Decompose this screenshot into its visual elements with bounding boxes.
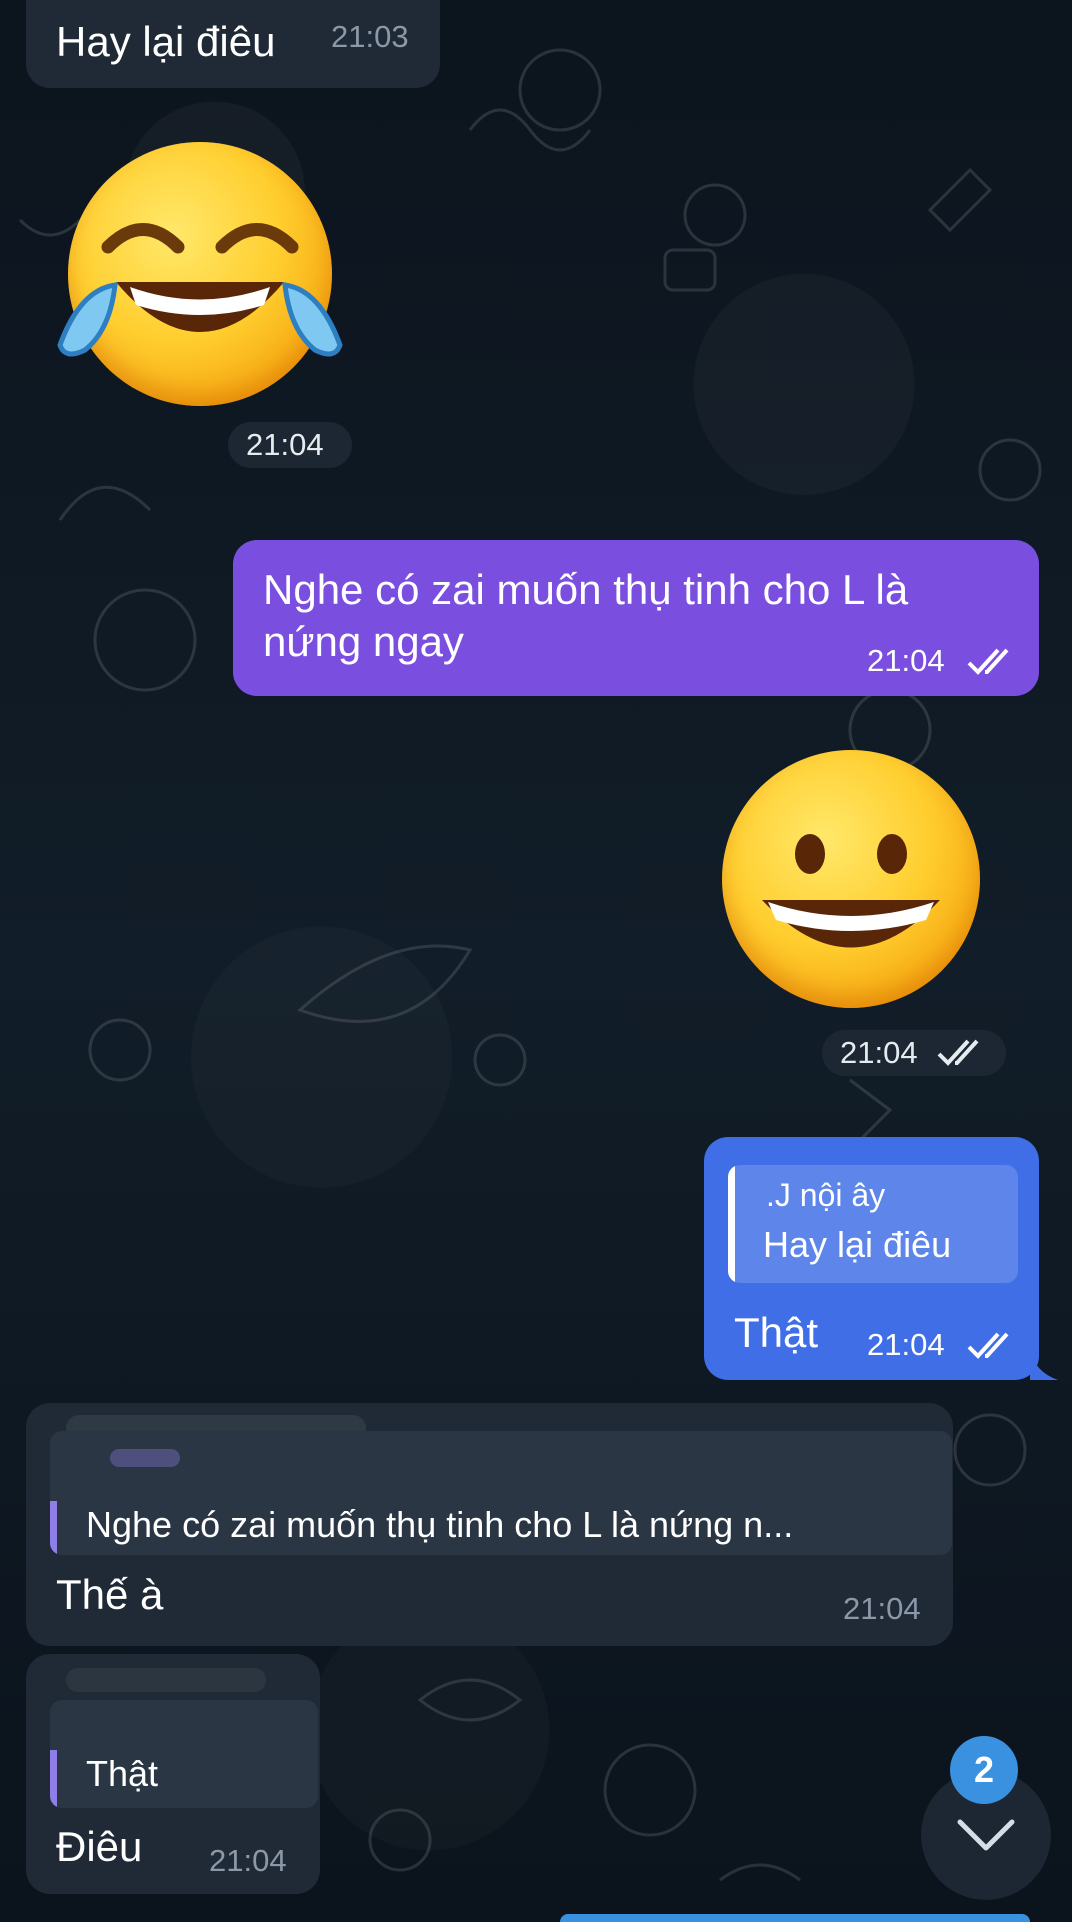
incoming-reply-message[interactable]: Thật Điêu 21:04 (26, 1654, 320, 1894)
message-text-line-2: nứng ngay (263, 618, 464, 665)
unread-count-badge: 2 (950, 1736, 1018, 1804)
double-check-icon (937, 1039, 979, 1066)
reply-bar (728, 1165, 735, 1283)
message-text: Thế à (56, 1571, 164, 1618)
chevron-down-icon (957, 1819, 1015, 1851)
bottom-accent-strip (560, 1914, 1030, 1922)
bubble-tail (1030, 1350, 1058, 1380)
reply-text: Nghe có zai muốn thụ tinh cho L là nứng … (86, 1504, 794, 1545)
reply-text: Thật (86, 1753, 159, 1794)
outgoing-reply-message[interactable]: .J nội ây Hay lại điêu Thật 21:04 (704, 1137, 1039, 1380)
message-time: 21:04 (209, 1843, 287, 1878)
message-time: 21:03 (331, 19, 409, 54)
reply-sender: .J nội ây (766, 1177, 886, 1213)
grinning-face-icon (722, 750, 980, 1008)
double-check-icon (967, 1332, 1009, 1359)
emoji-time-pill: 21:04 (822, 1030, 1006, 1076)
incoming-emoji-message[interactable]: 21:04 (50, 140, 352, 470)
outgoing-emoji-message[interactable]: 21:04 (700, 748, 1010, 1078)
message-time: 21:04 (840, 1035, 918, 1070)
message-text-line-1: Nghe có zai muốn thụ tinh cho L là (263, 566, 909, 613)
message-text: Điêu (56, 1823, 143, 1870)
tear-drops-icon (57, 282, 343, 357)
message-time: 21:04 (246, 427, 324, 462)
outgoing-message[interactable]: Nghe có zai muốn thụ tinh cho L là nứng … (233, 540, 1039, 696)
reply-preview[interactable]: .J nội ây Hay lại điêu (728, 1165, 1018, 1283)
message-time: 21:04 (867, 643, 945, 678)
double-check-icon (967, 648, 1009, 675)
message-text: Hay lại điêu (56, 18, 276, 65)
reply-bar (50, 1501, 57, 1555)
emoji-time-pill: 21:04 (228, 422, 352, 468)
message-time: 21:04 (867, 1327, 945, 1362)
sender-name-blur (66, 1668, 266, 1692)
reply-bar (50, 1750, 57, 1808)
message-text: Thật (734, 1309, 819, 1356)
incoming-message[interactable]: Hay lại điêu 21:03 (26, 0, 440, 88)
reply-text: Hay lại điêu (763, 1224, 952, 1265)
reply-preview[interactable]: Thật (50, 1700, 318, 1808)
incoming-reply-message[interactable]: Nghe có zai muốn thụ tinh cho L là nứng … (26, 1403, 953, 1646)
reply-preview[interactable]: Nghe có zai muốn thụ tinh cho L là nứng … (50, 1431, 952, 1555)
message-time: 21:04 (843, 1591, 921, 1626)
reply-sender-blur (110, 1449, 180, 1467)
